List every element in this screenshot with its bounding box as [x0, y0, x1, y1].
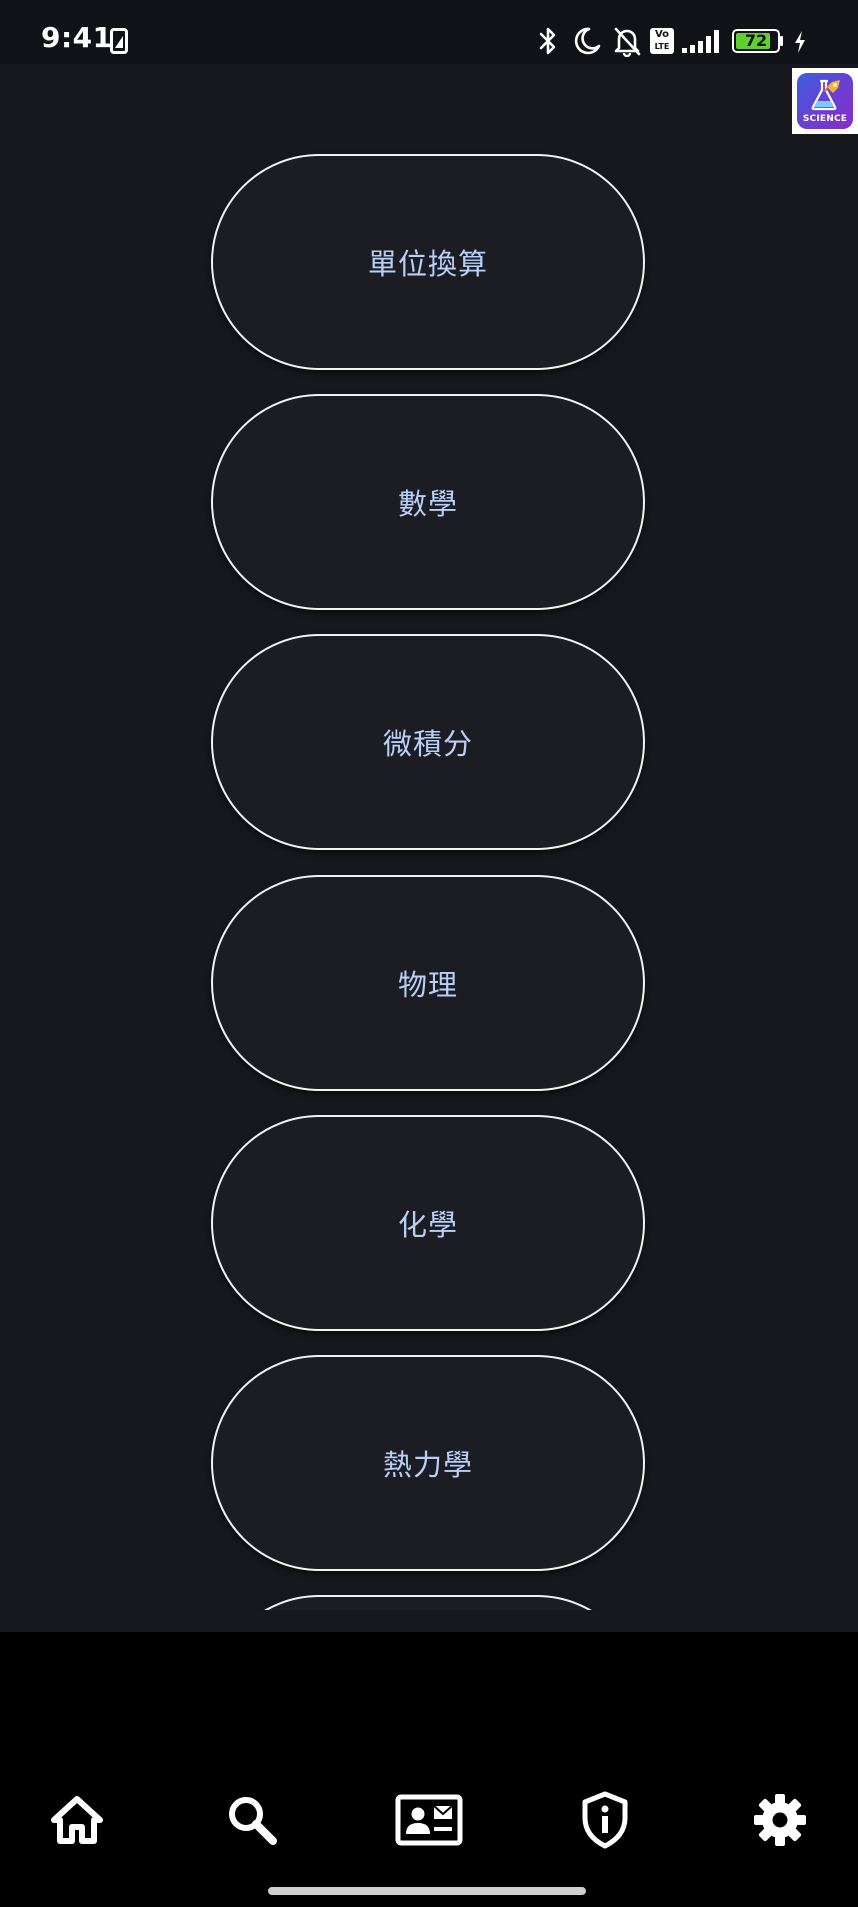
charging-icon: [795, 31, 805, 53]
category-list[interactable]: 單位換算 數學 微積分 物理 化學 熱力學: [0, 64, 858, 1632]
shield-info-icon: [582, 1791, 628, 1849]
category-button-calculus[interactable]: 微積分: [211, 634, 645, 850]
settings-gear-icon: [754, 1794, 806, 1846]
status-time: 9:41: [41, 21, 113, 54]
category-button-physics[interactable]: 物理: [211, 875, 645, 1091]
home-icon: [51, 1796, 103, 1844]
app-logo-text: SCIENCE: [802, 114, 848, 124]
nav-privacy[interactable]: [545, 1770, 665, 1870]
category-label: 熱力學: [382, 1448, 473, 1482]
screenshot-icon: [110, 28, 128, 54]
bluetooth-icon: [539, 27, 556, 55]
category-button-math[interactable]: 數學: [211, 394, 645, 610]
signal-icon: [682, 30, 719, 53]
nav-home[interactable]: [17, 1770, 137, 1870]
gesture-handle[interactable]: [268, 1887, 586, 1895]
search-icon: [229, 1797, 277, 1845]
app-logo-tile: SCIENCE: [797, 73, 853, 129]
category-label: 化學: [397, 1208, 458, 1242]
dnd-moon-icon: [574, 27, 601, 55]
list-bottom-edge: [0, 1610, 858, 1632]
category-button-chemistry[interactable]: 化學: [211, 1115, 645, 1331]
contact-card-icon: [395, 1794, 463, 1846]
bottom-navigation[interactable]: [0, 1770, 858, 1870]
volte-bottom-text: LTE: [654, 42, 670, 51]
nav-settings[interactable]: [720, 1770, 840, 1870]
battery-level-text: 72: [744, 31, 768, 50]
category-button-unit-conversion[interactable]: 單位換算: [211, 154, 645, 370]
battery-icon: 72: [732, 29, 783, 53]
category-label: 數學: [397, 487, 458, 521]
category-label: 微積分: [382, 727, 473, 761]
app-logo: SCIENCE: [792, 68, 858, 134]
category-button-thermodynamics[interactable]: 熱力學: [211, 1355, 645, 1571]
main-content[interactable]: 單位換算 數學 微積分 物理 化學 熱力學 SCIENCE: [0, 64, 858, 1632]
category-label: 物理: [397, 968, 458, 1002]
status-bar: 9:41 Vo LTE 72: [0, 0, 858, 64]
bell-off-icon: [614, 27, 641, 57]
nav-contact[interactable]: [369, 1770, 489, 1870]
nav-search[interactable]: [192, 1770, 312, 1870]
flask-rocket-icon: [811, 79, 840, 111]
category-label: 單位換算: [367, 247, 488, 281]
volte-top-text: Vo: [654, 29, 670, 40]
volte-icon: Vo LTE: [650, 28, 674, 54]
